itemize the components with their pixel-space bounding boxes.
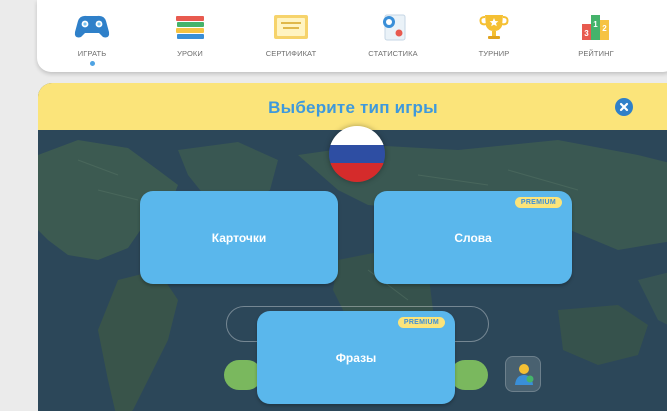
podium-second-label: 2: [602, 24, 607, 33]
background-green-pill-right: [450, 360, 488, 390]
close-icon: [619, 102, 629, 112]
nav-label: СТАТИСТИКА: [368, 49, 418, 58]
screen: ИГРАТЬ УРОКИ СЕРТИФИКАТ СТАТИСТИКА ТУРНИ…: [0, 0, 667, 411]
nav-item-statistics[interactable]: СТАТИСТИКА: [348, 8, 438, 68]
nav-label: ТУРНИР: [478, 49, 510, 58]
background-avatar-button: [505, 356, 541, 392]
nav-item-tournament[interactable]: ТУРНИР: [449, 8, 539, 68]
nav-label: ИГРАТЬ: [77, 49, 107, 58]
nav-label: УРОКИ: [177, 49, 203, 58]
game-card-phrases[interactable]: Фразы PREMIUM: [257, 311, 455, 404]
game-card-label: Карточки: [211, 230, 267, 245]
podium-third-label: 3: [584, 29, 589, 38]
nav-item-play[interactable]: ИГРАТЬ: [47, 8, 137, 68]
books-icon: [176, 16, 204, 39]
nav-item-lessons[interactable]: УРОКИ: [145, 8, 235, 68]
panel-title: Выберите тип игры: [268, 98, 438, 117]
panel-header: Выберите тип игры: [38, 83, 667, 130]
statistics-icon: [383, 14, 406, 41]
top-navigation: ИГРАТЬ УРОКИ СЕРТИФИКАТ СТАТИСТИКА ТУРНИ…: [37, 0, 667, 72]
game-card-words[interactable]: Слова PREMIUM: [374, 191, 572, 284]
podium-icon: 3 1 2: [582, 15, 609, 40]
person-icon: [515, 364, 534, 385]
nav-item-rating[interactable]: 3 1 2 РЕЙТИНГ: [551, 8, 641, 68]
podium-first-label: 1: [593, 20, 598, 29]
nav-label: РЕЙТИНГ: [578, 49, 614, 58]
nav-label: СЕРТИФИКАТ: [265, 49, 317, 58]
game-card-label: Фразы: [335, 350, 377, 365]
russia-flag-icon: [329, 126, 385, 182]
active-indicator: [89, 61, 95, 66]
game-card-label: Слова: [454, 230, 492, 245]
gamepad-icon: [74, 15, 110, 38]
nav-item-certificate[interactable]: СЕРТИФИКАТ: [246, 8, 336, 68]
close-button[interactable]: [615, 98, 633, 116]
premium-badge: PREMIUM: [514, 197, 562, 208]
game-card-cards[interactable]: Карточки: [140, 191, 338, 284]
game-type-panel: Выберите тип игры Карточки Слова PREMIUM…: [38, 83, 667, 411]
premium-badge: PREMIUM: [397, 317, 445, 328]
certificate-icon: [274, 15, 308, 39]
trophy-icon: [479, 15, 509, 39]
